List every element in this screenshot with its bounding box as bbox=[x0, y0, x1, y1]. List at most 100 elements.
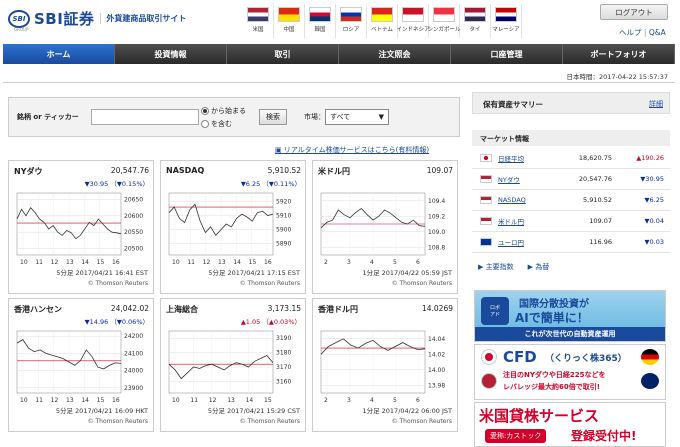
card-time: 1分足 2017/04/22 06:00 JST bbox=[362, 407, 452, 415]
us-flag-icon bbox=[480, 217, 492, 225]
line-chart: 3190 3180 3170 3160 10 11 12 13 14 15 bbox=[168, 330, 291, 403]
detail-link[interactable]: 詳細 bbox=[649, 99, 663, 109]
market-change: ▲190.26 bbox=[636, 154, 664, 162]
banner3-sub2: 登録受付中! bbox=[571, 429, 637, 443]
help-links: ヘルプ | Q&A bbox=[619, 28, 666, 37]
search-input[interactable] bbox=[91, 109, 199, 125]
eu-flag-icon bbox=[480, 238, 492, 246]
y-tick-label: 13.98 bbox=[428, 382, 445, 389]
market-change: ▼6.25 bbox=[644, 196, 664, 204]
search-panel: 銘柄 or ティッカー から始まる を含む 検索 市場： すべて ▼ bbox=[8, 97, 460, 137]
nav-item-4[interactable]: 口座管理 bbox=[451, 44, 563, 64]
cn-flag-icon bbox=[278, 7, 300, 22]
nav-item-5[interactable]: ポートフォリオ bbox=[563, 44, 675, 64]
banner2-title: CFD bbox=[503, 348, 537, 366]
line-chart: 109.4 109.2 109.0 108.8 2 3 4 5 6 bbox=[320, 192, 445, 265]
card-title: 香港ハンセン bbox=[14, 305, 62, 314]
flag-8[interactable]: マレーシア bbox=[491, 4, 522, 38]
flag-1[interactable]: 中国 bbox=[274, 4, 305, 38]
flag-label: ベトナム bbox=[371, 27, 393, 33]
cfd-banner[interactable]: CFD （くりっく株365） 注目のNYダウや日経225などを レバレッジ最大約… bbox=[474, 344, 666, 400]
x-tick-label: 2 bbox=[324, 259, 328, 265]
flag-label: マレーシア bbox=[492, 27, 520, 33]
radio-contains[interactable]: を含む bbox=[201, 119, 232, 129]
x-tick-label: 13 bbox=[66, 397, 74, 403]
market-row[interactable]: 日経平均 18,620.75 ▲190.26 bbox=[472, 148, 670, 169]
market-name[interactable]: NYダウ bbox=[498, 174, 564, 184]
market-row[interactable]: NASDAQ 5,910.52 ▼6.25 bbox=[472, 190, 670, 211]
market-name[interactable]: NASDAQ bbox=[498, 196, 564, 204]
market-row[interactable]: 米ドル円 109.07 ▼0.04 bbox=[472, 211, 670, 232]
market-value: 109.07 bbox=[589, 217, 612, 225]
card-value: 109.07 bbox=[426, 166, 453, 175]
flag-3[interactable]: ロシア bbox=[336, 4, 367, 38]
flag-4[interactable]: ベトナム bbox=[367, 4, 398, 38]
logo[interactable]: SBI SBI証券 外貨建商品取引サイト bbox=[8, 8, 186, 29]
card-change: ▼30.95 （▼0.15%） bbox=[84, 180, 149, 188]
radio-label: を含む bbox=[211, 120, 232, 128]
search-button[interactable]: 検索 bbox=[259, 109, 287, 125]
major-index-label: 主要指数 bbox=[485, 263, 514, 271]
qa-link[interactable]: Q&A bbox=[649, 28, 666, 37]
x-tick-label: 11 bbox=[190, 397, 198, 403]
market-select-value: すべて bbox=[330, 113, 351, 121]
x-tick-label: 10 bbox=[172, 259, 180, 265]
market-name[interactable]: 米ドル円 bbox=[498, 216, 564, 226]
nav-item-2[interactable]: 取引 bbox=[227, 44, 339, 64]
realtime-stock-link[interactable]: ▣ リアルタイム株価サービスはこちら(有料情報) bbox=[275, 145, 429, 155]
flag-0[interactable]: 米国 bbox=[243, 4, 274, 38]
radio-dot-on[interactable] bbox=[201, 107, 209, 115]
market-change: ▼0.04 bbox=[644, 217, 664, 225]
card-change: ▼14.96 （▼0.06%） bbox=[84, 318, 149, 326]
radio-dot[interactable] bbox=[201, 120, 209, 128]
market-card[interactable]: 香港ドル円 14.0269 1分足 2017/04/22 06:00 JST © Th… bbox=[312, 298, 458, 432]
market-name[interactable]: ユーロ円 bbox=[498, 237, 564, 247]
banner3-sub1: 愛称:カストック bbox=[485, 429, 547, 443]
radio-label: から始まる bbox=[211, 107, 246, 115]
flag-6[interactable]: シンガポール bbox=[428, 4, 461, 38]
card-time: 5分足 2017/04/21 17:15 EST bbox=[208, 269, 300, 277]
market-change: ▼0.03 bbox=[644, 238, 664, 246]
market-card[interactable]: NASDAQ 5,910.52 ▼6.25 （▼0.11%） 5分足 2017/04/… bbox=[160, 160, 306, 294]
market-card[interactable]: 上海総合 3,173.15 ▲1.05 （▲0.03%） 5分足 2017/04/21… bbox=[160, 298, 306, 432]
robo-advisor-banner[interactable]: ロボ アド 国際分散投資が AIで簡単に！ これが次世代の自動資産運用 bbox=[474, 290, 666, 342]
banner3-title: 米国貸株サービス bbox=[479, 407, 600, 425]
market-row[interactable]: ユーロ円 116.96 ▼0.03 bbox=[472, 232, 670, 253]
y-tick-label: 3170 bbox=[276, 364, 291, 371]
logout-button[interactable]: ログアウト bbox=[600, 4, 668, 20]
help-link[interactable]: ヘルプ bbox=[619, 28, 642, 37]
nav-item-1[interactable]: 投資情報 bbox=[115, 44, 227, 64]
flag-7[interactable]: タイ bbox=[460, 4, 491, 38]
x-tick-label: 16 bbox=[112, 259, 120, 265]
market-card[interactable]: 米ドル円 109.07 1分足 2017/04/22 05:59 JST © Thom… bbox=[312, 160, 458, 294]
x-tick-label: 16 bbox=[264, 259, 272, 265]
y-tick-label: 14.00 bbox=[428, 367, 445, 374]
x-tick-label: 6 bbox=[416, 259, 420, 265]
card-title: 米ドル円 bbox=[318, 167, 350, 176]
nav-item-0[interactable]: ホーム bbox=[3, 44, 115, 64]
x-tick-label: 3 bbox=[347, 397, 351, 403]
robot-icon: ロボ アド bbox=[481, 297, 509, 325]
y-tick-label: 5890 bbox=[276, 241, 291, 248]
x-tick-label: 12 bbox=[209, 397, 217, 403]
banner2-line2: レバレッジ最大約60倍で取引! bbox=[503, 383, 600, 391]
chevron-down-icon: ▼ bbox=[378, 113, 384, 121]
us-stock-lending-banner[interactable]: 米国貸株サービス 愛称:カストック 登録受付中! bbox=[474, 402, 666, 447]
holdings-title: 保有資産サマリー bbox=[483, 100, 543, 109]
jp-flag-icon bbox=[481, 349, 497, 365]
flag-5[interactable]: インドネシア bbox=[397, 4, 430, 38]
flag-2[interactable]: 韓国 bbox=[305, 4, 336, 38]
radio-starts-with[interactable]: から始まる bbox=[201, 106, 246, 116]
nav-item-3[interactable]: 注文照会 bbox=[339, 44, 451, 64]
market-card[interactable]: 香港ハンセン 24,042.02 ▼14.96 （▼0.06%） 5分足 2017/0… bbox=[8, 298, 154, 432]
x-tick-label: 11 bbox=[187, 259, 195, 265]
major-index-link[interactable]: ▶ 主要指数 bbox=[478, 262, 514, 272]
market-card[interactable]: NYダウ 20,547.76 ▼30.95 （▼0.15%） 5分足 2017/04/… bbox=[8, 160, 154, 294]
fx-link[interactable]: ▶ 為替 bbox=[528, 262, 550, 272]
x-tick-label: 10 bbox=[20, 259, 28, 265]
market-name[interactable]: 日経平均 bbox=[498, 153, 564, 163]
y-tick-label: 14.02 bbox=[428, 351, 445, 358]
market-select[interactable]: すべて ▼ bbox=[325, 109, 389, 125]
market-row[interactable]: NYダウ 20,547.76 ▼30.95 bbox=[472, 169, 670, 190]
card-source: © Thomson Reuters bbox=[391, 280, 452, 287]
